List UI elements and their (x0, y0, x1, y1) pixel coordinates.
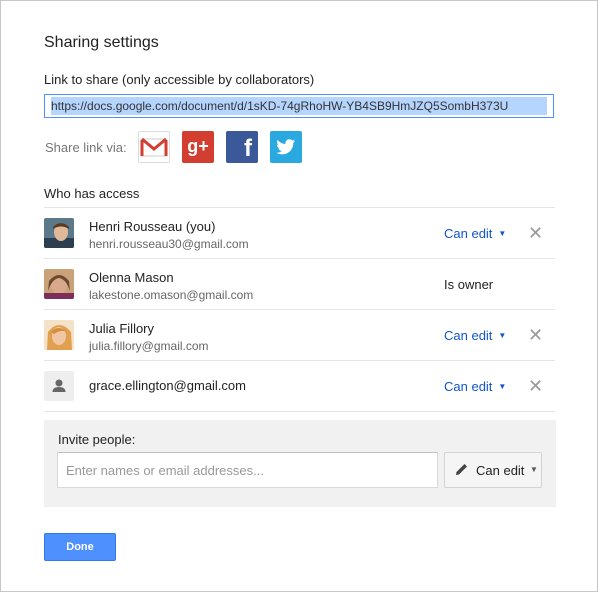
access-row: Olenna Mason lakestone.omason@gmail.com … (44, 259, 555, 310)
link-label: Link to share (only accessible by collab… (44, 72, 315, 87)
caret-down-icon: ▼ (530, 465, 538, 474)
owner-label: Is owner (444, 277, 494, 292)
caret-down-icon: ▼ (498, 229, 507, 238)
share-via-label: Share link via: (45, 140, 127, 155)
remove-icon[interactable]: ✕ (528, 325, 543, 346)
share-link-value[interactable]: https://docs.google.com/document/d/1sKD-… (51, 97, 547, 115)
person-email: henri.rousseau30@gmail.com (89, 237, 249, 251)
permission-label: Can edit (444, 226, 493, 241)
google-plus-share-button[interactable]: g+ (182, 131, 214, 163)
invite-permission-label: Can edit (476, 463, 525, 478)
caret-down-icon: ▼ (498, 382, 507, 391)
invite-panel: Invite people: Can edit ▼ (44, 420, 556, 507)
default-avatar-icon (44, 371, 74, 401)
permission-label: Can edit (444, 328, 493, 343)
permission-label: Can edit (444, 379, 493, 394)
person-email: julia.fillory@gmail.com (89, 339, 209, 353)
avatar (44, 218, 74, 248)
person-name: Olenna Mason (89, 270, 174, 285)
google-plus-icon: g+ (187, 136, 209, 156)
facebook-share-button[interactable]: f (226, 131, 258, 163)
person-email: lakestone.omason@gmail.com (89, 288, 254, 302)
who-has-access-label: Who has access (44, 186, 140, 201)
facebook-icon: f (244, 135, 252, 162)
gmail-icon (140, 137, 168, 157)
dialog-title: Sharing settings (44, 34, 159, 51)
access-row: Julia Fillory julia.fillory@gmail.com Ca… (44, 310, 555, 361)
share-link-field[interactable]: https://docs.google.com/document/d/1sKD-… (44, 94, 554, 118)
remove-icon[interactable]: ✕ (528, 223, 543, 244)
person-name: grace.ellington@gmail.com (89, 378, 246, 393)
avatar (44, 320, 74, 350)
caret-down-icon: ▼ (498, 331, 507, 340)
permission-dropdown[interactable]: Can edit ▼ (444, 226, 506, 241)
done-button[interactable]: Done (44, 533, 116, 561)
sharing-dialog: Sharing settings Link to share (only acc… (0, 0, 598, 592)
pencil-icon (456, 464, 467, 475)
access-row: grace.ellington@gmail.com Can edit ▼ ✕ (44, 361, 555, 412)
twitter-icon (276, 139, 296, 155)
avatar (44, 269, 74, 299)
permission-dropdown[interactable]: Can edit ▼ (444, 328, 506, 343)
access-row: Henri Rousseau (you) henri.rousseau30@gm… (44, 208, 555, 259)
permission-dropdown[interactable]: Can edit ▼ (444, 379, 506, 394)
invite-permission-button[interactable]: Can edit ▼ (444, 452, 542, 488)
invite-input[interactable] (57, 452, 438, 488)
twitter-share-button[interactable] (270, 131, 302, 163)
gmail-share-button[interactable] (138, 131, 170, 163)
access-list: Henri Rousseau (you) henri.rousseau30@gm… (44, 207, 555, 412)
invite-label: Invite people: (58, 432, 136, 447)
person-name: Henri Rousseau (you) (89, 219, 216, 234)
remove-icon[interactable]: ✕ (528, 376, 543, 397)
person-name: Julia Fillory (89, 321, 155, 336)
